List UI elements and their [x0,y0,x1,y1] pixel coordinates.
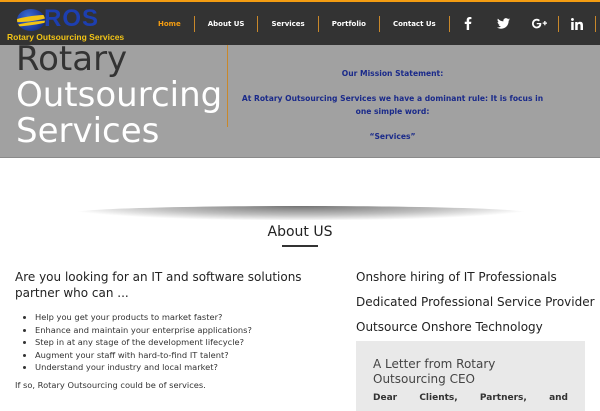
hero-banner: Rotary Outsourcing Services Our Mission … [0,41,600,158]
hero-title-line: Outsourcing [16,75,223,115]
logo-letters: ROS [44,5,100,32]
about-left-column: Are you looking for an IT and software s… [15,269,345,390]
about-bullet-list: Help you get your products to market fas… [15,311,345,374]
nav-services[interactable]: Services [258,16,317,32]
ceo-letter-box: A Letter from Rotary Outsourcing CEO Dea… [356,341,585,411]
about-heading-underline [282,245,318,247]
section-shadow-divider [72,206,530,220]
globe-logo-icon [17,9,45,31]
google-plus-icon[interactable] [522,2,558,45]
hero-divider [227,45,228,127]
list-item: Enhance and maintain your enterprise app… [35,324,345,337]
twitter-icon[interactable] [486,2,522,45]
list-item: Understand your industry and local marke… [35,361,345,374]
list-item: Help you get your products to market fas… [35,311,345,324]
list-item: Augment your staff with hard-to-find IT … [35,349,345,362]
about-closing-text: If so, Rotary Outsourcing could be of se… [15,379,206,390]
mission-text: At Rotary Outsourcing Services we have a… [241,94,544,116]
service-item: Dedicated Professional Service Provider [356,295,595,309]
about-heading: About US [267,224,333,240]
main-nav: Home About US Services Portfolio Contact… [145,2,600,45]
facebook-icon[interactable] [450,2,486,45]
mission-word: “Services” [369,132,416,141]
nav-home[interactable]: Home [145,16,194,32]
list-item: Step in at any stage of the development … [35,336,345,349]
nav-portfolio[interactable]: Portfolio [319,16,379,32]
linkedin-icon[interactable] [559,2,595,45]
search-icon[interactable] [596,2,600,45]
services-column: Onshore hiring of IT Professionals Dedic… [356,269,596,344]
mission-heading: Our Mission Statement: [341,69,444,78]
service-item: Outsource Onshore Technology [356,320,543,334]
mission-statement: Our Mission Statement: At Rotary Outsour… [240,67,545,155]
ceo-letter-body: Dear Clients, Partners, and [373,393,568,403]
hero-title: Rotary Outsourcing Services [16,41,236,149]
nav-about-us[interactable]: About US [195,16,258,32]
about-lead-text: Are you looking for an IT and software s… [15,270,302,300]
ceo-letter-title: A Letter from Rotary Outsourcing CEO [373,357,496,386]
nav-contact-us[interactable]: Contact Us [380,16,449,32]
service-item: Onshore hiring of IT Professionals [356,270,557,284]
hero-title-line: Services [16,111,160,151]
hero-title-line: Rotary [16,39,128,79]
